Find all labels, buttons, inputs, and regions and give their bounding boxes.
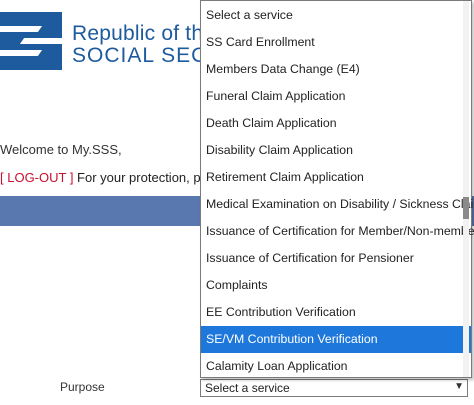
service-select-value: Select a service [205, 381, 290, 395]
option-ee-contribution[interactable]: EE Contribution Verification [201, 299, 471, 326]
chevron-down-icon[interactable]: ▼ [454, 381, 464, 392]
logout-link[interactable]: [ LOG-OUT ] [0, 170, 73, 185]
service-dropdown-list[interactable]: Select a service SS Card Enrollment Memb… [200, 0, 474, 380]
sss-logo [0, 12, 62, 70]
option-select-a-service[interactable]: Select a service [201, 2, 471, 29]
purpose-label: Purpose [60, 380, 105, 394]
service-select[interactable]: Select a service ▼ [200, 379, 468, 397]
option-members-data-change[interactable]: Members Data Change (E4) [201, 56, 471, 83]
option-ss-card-enrollment[interactable]: SS Card Enrollment [201, 29, 471, 56]
option-certification-pensioner[interactable]: Issuance of Certification for Pensioner [201, 245, 471, 272]
scrollbar-thumb[interactable] [463, 197, 469, 219]
option-funeral-claim[interactable]: Funeral Claim Application [201, 83, 471, 110]
option-retirement-claim[interactable]: Retirement Claim Application [201, 164, 471, 191]
option-certification-member[interactable]: Issuance of Certification for Member/Non… [201, 218, 474, 245]
option-calamity-loan[interactable]: Calamity Loan Application [201, 353, 471, 380]
dropdown-scrollbar[interactable] [463, 1, 469, 377]
option-death-claim[interactable]: Death Claim Application [201, 110, 471, 137]
option-disability-claim[interactable]: Disability Claim Application [201, 137, 471, 164]
option-se-vm-contribution[interactable]: SE/VM Contribution Verification [201, 326, 471, 353]
welcome-text: Welcome to My.SSS, [0, 142, 122, 157]
option-complaints[interactable]: Complaints [201, 272, 471, 299]
option-medical-examination[interactable]: Medical Examination on Disability / Sick… [201, 191, 474, 218]
